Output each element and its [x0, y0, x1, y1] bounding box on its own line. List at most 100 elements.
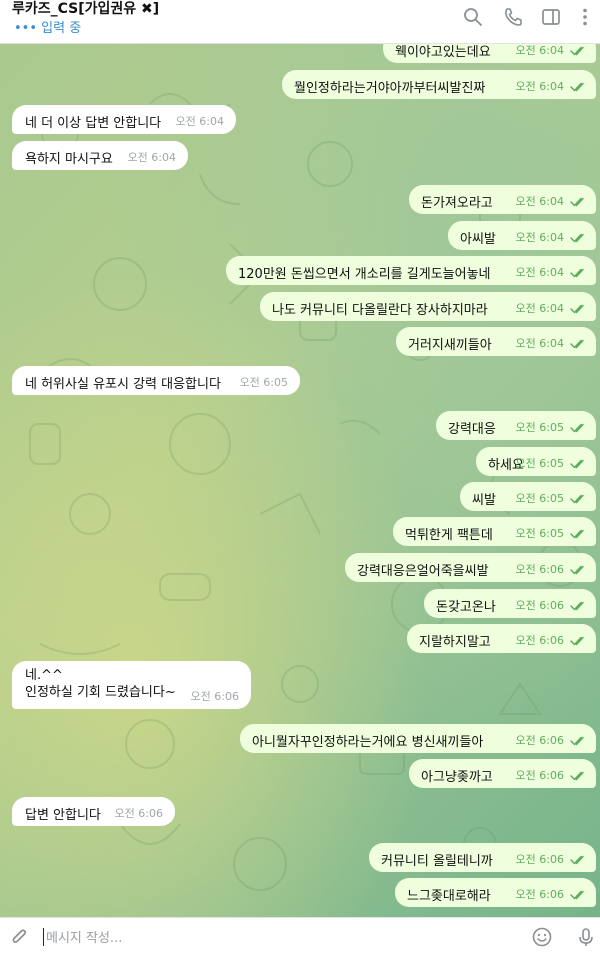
message-input[interactable] — [44, 927, 518, 949]
message-time: 오전 6:04 — [515, 231, 564, 244]
message-time: 오전 6:04 — [515, 44, 564, 57]
message-meta: 오전 6:06 — [191, 688, 239, 704]
outgoing-message[interactable]: 아그냥좆까고 오전 6:06 — [409, 759, 596, 788]
microphone-icon[interactable] — [575, 926, 597, 948]
message-meta: 오전 6:04 — [128, 149, 176, 165]
message-line: 인정하실 기회 드렸습니다~ — [25, 685, 176, 700]
message-text: 나도 커뮤니티 다올릴란다 장사하지마라 — [272, 303, 488, 318]
read-check-icon — [570, 855, 584, 865]
attach-icon[interactable] — [9, 926, 31, 948]
message-meta: 오전 6:06 — [516, 886, 588, 902]
message-time: 오전 6:04 — [515, 337, 564, 350]
outgoing-message[interactable]: 강력대응은얼어죽을씨발 오전 6:06 — [345, 553, 596, 582]
message-time: 오전 6:04 — [515, 80, 564, 93]
outgoing-message[interactable]: 지랄하지말고 오전 6:06 — [407, 624, 596, 653]
message-time: 오전 6:05 — [515, 457, 564, 470]
read-check-icon — [570, 529, 584, 539]
read-check-icon — [570, 636, 584, 646]
outgoing-message[interactable]: 아씨발 오전 6:04 — [448, 221, 596, 250]
message-meta: 오전 6:05 — [516, 525, 588, 541]
outgoing-message[interactable]: 돈갖고온나 오전 6:06 — [424, 589, 596, 618]
emoji-icon[interactable] — [531, 926, 553, 948]
outgoing-message[interactable]: 120만원 돈씹으면서 개소리를 길게도늘어놓네 오전 6:04 — [226, 256, 596, 285]
message-meta: 오전 6:04 — [516, 335, 588, 351]
message-meta: 오전 6:06 — [516, 851, 588, 867]
message-meta: 오전 6:06 — [516, 767, 588, 783]
message-meta: 오전 6:05 — [516, 455, 588, 471]
message-text: 120만원 돈씹으면서 개소리를 길게도늘어놓네 — [238, 267, 491, 282]
message-text: 강력대응은얼어죽을씨발 — [357, 564, 489, 579]
message-meta: 오전 6:06 — [516, 597, 588, 613]
message-text: 강력대응 — [448, 422, 496, 437]
message-text: 거러지새끼들아 — [408, 338, 492, 353]
search-icon[interactable] — [462, 6, 484, 28]
chat-area[interactable]: 웩이야고있는데요 오전 6:04 뭘인정하라는거야아까부터씨발진짜 오전 6:04 네 … — [0, 44, 600, 917]
message-text: 먹튀한게 팩튼데 — [405, 528, 493, 543]
outgoing-message[interactable]: 하세요 오전 6:05 — [476, 447, 596, 476]
message-text: 느그좆대로해라 — [407, 889, 491, 904]
chat-title[interactable]: 루카즈_CS[가입권유 ✖] — [12, 0, 159, 18]
read-check-icon — [570, 736, 584, 746]
outgoing-message[interactable]: 커뮤니티 올릴테니까 오전 6:06 — [369, 843, 596, 872]
outgoing-message[interactable]: 먹튀한게 팩튼데 오전 6:05 — [393, 517, 596, 546]
outgoing-message[interactable]: 강력대응 오전 6:05 — [436, 411, 596, 440]
incoming-message[interactable]: 답변 안합니다 오전 6:06 — [12, 797, 175, 826]
read-check-icon — [570, 423, 584, 433]
sidebar-icon[interactable] — [540, 6, 562, 28]
message-text: 아씨발 — [460, 232, 496, 247]
incoming-message[interactable]: 네 더 이상 답변 안합니다 오전 6:04 — [12, 105, 236, 134]
message-meta: 오전 6:06 — [516, 632, 588, 648]
incoming-message[interactable]: 네 허위사실 유포시 강력 대응합니다 오전 6:05 — [12, 366, 300, 395]
read-check-icon — [570, 890, 584, 900]
outgoing-message[interactable]: 뭘인정하라는거야아까부터씨발진짜 오전 6:04 — [282, 70, 596, 99]
read-check-icon — [570, 304, 584, 314]
message-meta: 오전 6:04 — [516, 300, 588, 316]
message-time: 오전 6:04 — [175, 115, 224, 128]
message-time: 오전 6:06 — [515, 634, 564, 647]
read-check-icon — [570, 494, 584, 504]
phone-icon[interactable] — [502, 6, 524, 28]
message-time: 오전 6:06 — [515, 888, 564, 901]
incoming-message[interactable]: 욕하지 마시구요 오전 6:04 — [12, 141, 188, 170]
outgoing-message[interactable]: 나도 커뮤니티 다올릴란다 장사하지마라 오전 6:04 — [260, 292, 596, 321]
outgoing-message[interactable]: 씨발 오전 6:05 — [460, 482, 596, 511]
message-text: 아니뭘자꾸인정하라는거에요 병신새끼들아 — [252, 735, 484, 750]
message-text: 네.^^ 인정하실 기회 드렸습니다~ — [25, 667, 176, 701]
read-check-icon — [570, 565, 584, 575]
outgoing-message[interactable]: 느그좆대로해라 오전 6:06 — [395, 878, 596, 907]
message-text: 아그냥좆까고 — [421, 770, 493, 785]
message-text: 뭘인정하라는거야아까부터씨발진짜 — [294, 81, 486, 96]
message-text: 돈갖고온나 — [436, 600, 496, 615]
message-text: 씨발 — [472, 493, 496, 508]
read-check-icon — [570, 459, 584, 469]
message-time: 오전 6:05 — [515, 421, 564, 434]
message-text: 커뮤니티 올릴테니까 — [381, 854, 493, 869]
message-time: 오전 6:06 — [190, 690, 239, 703]
message-time: 오전 6:06 — [515, 853, 564, 866]
incoming-message[interactable]: 네.^^ 인정하실 기회 드렸습니다~ 오전 6:06 — [12, 661, 251, 709]
message-text: 네 허위사실 유포시 강력 대응합니다 — [25, 377, 221, 392]
message-time: 오전 6:05 — [239, 376, 288, 389]
message-time: 오전 6:06 — [515, 734, 564, 747]
message-time: 오전 6:04 — [515, 302, 564, 315]
read-check-icon — [570, 339, 584, 349]
message-time: 오전 6:04 — [515, 266, 564, 279]
read-check-icon — [570, 268, 584, 278]
message-meta: 오전 6:06 — [516, 732, 588, 748]
message-time: 오전 6:05 — [515, 527, 564, 540]
message-meta: 오전 6:05 — [240, 374, 288, 390]
message-meta: 오전 6:06 — [115, 805, 163, 821]
message-meta: 오전 6:04 — [516, 44, 588, 58]
outgoing-message[interactable]: 거러지새끼들아 오전 6:04 — [396, 327, 596, 356]
read-check-icon — [570, 82, 584, 92]
message-text: 답변 안합니다 — [25, 808, 101, 823]
message-time: 오전 6:06 — [515, 563, 564, 576]
message-time: 오전 6:05 — [515, 492, 564, 505]
read-check-icon — [570, 197, 584, 207]
outgoing-message[interactable]: 돈가져오라고 오전 6:04 — [409, 185, 596, 214]
message-text: 돈가져오라고 — [421, 196, 493, 211]
outgoing-message[interactable]: 웩이야고있는데요 오전 6:04 — [383, 44, 596, 63]
outgoing-message[interactable]: 아니뭘자꾸인정하라는거에요 병신새끼들아 오전 6:06 — [240, 724, 596, 753]
message-text: 네 더 이상 답변 안합니다 — [25, 116, 162, 131]
more-icon[interactable] — [574, 6, 596, 28]
